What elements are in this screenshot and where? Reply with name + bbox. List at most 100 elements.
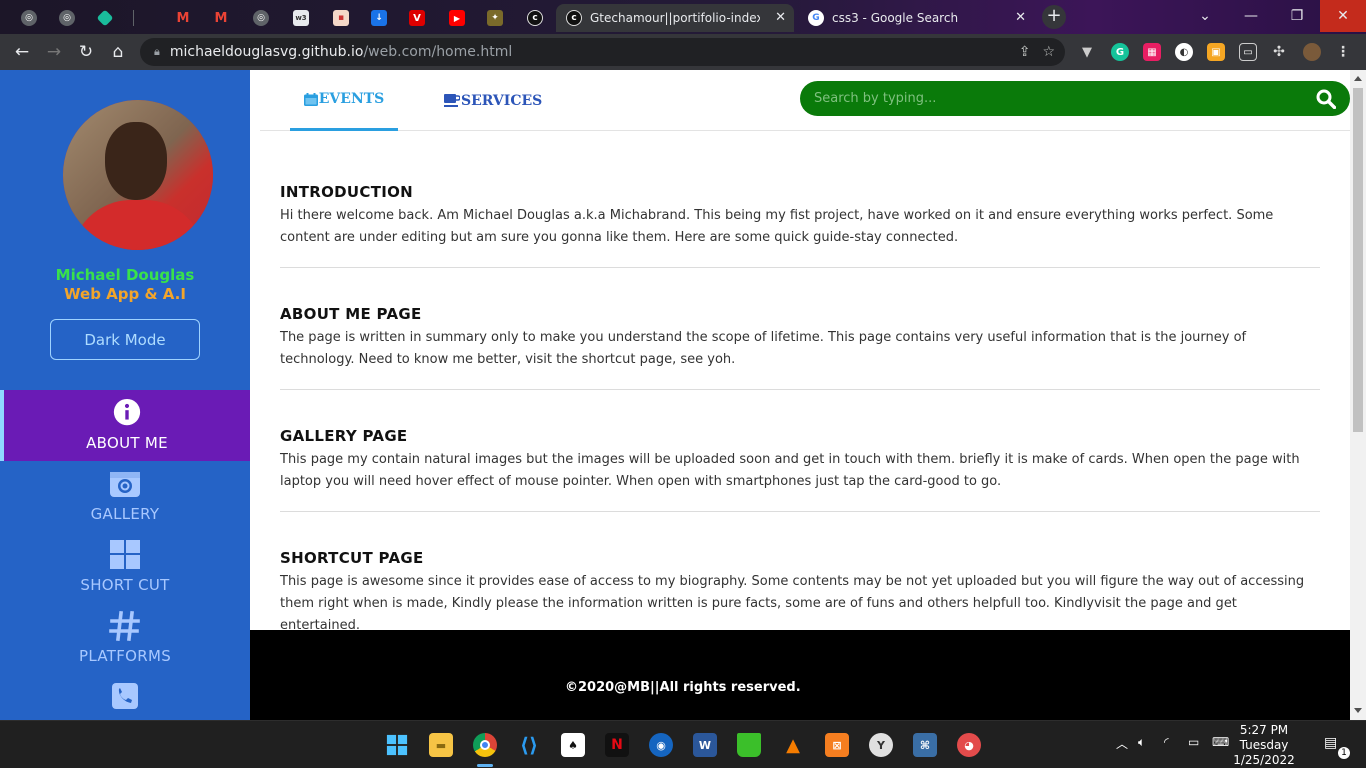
share-icon[interactable]: ⇪ <box>1019 44 1031 60</box>
pinned-tab[interactable]: ↓ <box>366 4 392 32</box>
xampp-icon[interactable]: ⊠ <box>825 733 849 757</box>
section-body: This page my contain natural images but … <box>280 452 1300 489</box>
tab-portfolio[interactable]: c Gtechamour||portifolio-index-pa ✕ <box>556 4 794 32</box>
scroll-down-arrow-icon[interactable] <box>1354 708 1362 713</box>
netflix-icon[interactable]: N <box>605 733 629 757</box>
page-viewport: Michael Douglas Web App & A.I Dark Mode … <box>0 70 1366 720</box>
wifi-icon[interactable]: ◜ <box>1164 735 1169 749</box>
pinned-tab[interactable]: M <box>170 4 196 32</box>
profile-avatar-icon[interactable] <box>1303 43 1321 61</box>
section-title: GALLERY PAGE <box>280 427 408 445</box>
volume-icon[interactable]: 🔈︎ <box>1138 735 1145 750</box>
extension-icon[interactable]: ◐ <box>1175 43 1193 61</box>
lock-icon: 🔒︎ <box>154 45 160 58</box>
tab-events[interactable]: EVENTS <box>290 70 398 131</box>
clock-day: Tuesday <box>1239 738 1289 752</box>
sidebar-item-short-cut[interactable]: SHORT CUT <box>0 532 250 603</box>
colorpick-icon[interactable]: ▦ <box>1143 43 1161 61</box>
kebab-menu-icon[interactable]: ⋮ <box>1334 43 1352 61</box>
section-title: SHORTCUT PAGE <box>280 549 424 567</box>
solitaire-icon[interactable]: ♠ <box>561 733 585 757</box>
address-bar[interactable]: 🔒︎ michaeldouglasvg.github.io/web.com/ho… <box>140 38 1065 66</box>
pinned-tab[interactable]: ◎ <box>248 4 274 32</box>
tab-label: SERVICES <box>461 92 543 109</box>
globe-icon: ◎ <box>253 10 269 26</box>
tab-services[interactable]: SERVICES <box>444 70 542 131</box>
section-shortcut: SHORTCUT PAGE This page is awesome since… <box>280 549 1320 637</box>
page-scrollbar[interactable] <box>1350 70 1366 720</box>
back-arrow-icon[interactable]: ← <box>10 40 34 64</box>
pinned-tab[interactable]: ◎ <box>16 4 42 32</box>
screen-capture-icon[interactable]: ▭ <box>1239 43 1257 61</box>
info-icon <box>113 398 141 426</box>
restore-button[interactable]: ❐ <box>1274 0 1320 32</box>
close-window-button[interactable]: ✕ <box>1320 0 1366 32</box>
show-hidden-icons-chevron-icon[interactable]: ︿ <box>1116 735 1128 752</box>
pinned-tab[interactable]: V <box>404 4 430 32</box>
pinned-tab[interactable]: w3 <box>288 4 314 32</box>
clock-time: 5:27 PM <box>1239 723 1289 737</box>
search-icon[interactable] <box>1316 89 1336 109</box>
sidebar-item-contact[interactable] <box>0 674 250 720</box>
pinned-tab[interactable]: c <box>522 4 548 32</box>
tab-search-chevron-icon[interactable]: ⌄ <box>1182 0 1228 32</box>
sidebar-item-platforms[interactable]: PLATFORMS <box>0 603 250 674</box>
close-tab-icon[interactable]: ✕ <box>775 10 786 25</box>
section-body: The page is written in summary only to m… <box>280 330 1247 367</box>
grammarly-icon[interactable]: G <box>1111 43 1129 61</box>
cylinder-app-icon[interactable] <box>737 733 761 757</box>
scroll-up-arrow-icon[interactable] <box>1354 76 1362 81</box>
new-tab-button[interactable]: + <box>1042 5 1066 29</box>
browser-globe-icon[interactable]: ◉ <box>649 733 673 757</box>
tab-google-search[interactable]: G css3 - Google Search ✕ <box>798 4 1034 32</box>
bookmark-star-icon[interactable]: ☆ <box>1042 44 1055 60</box>
word-icon[interactable]: W <box>693 733 717 757</box>
windows-start-icon[interactable] <box>385 733 409 757</box>
puzzle-icon[interactable]: ✣ <box>1270 43 1288 61</box>
section-title: ABOUT ME PAGE <box>280 305 422 323</box>
profile-name: Michael Douglas <box>55 266 195 284</box>
phone-icon <box>112 683 138 709</box>
browser-tab-strip: ◎ ◎ M M ◎ w3 ▪ ↓ V ▶ ✦ c c Gtechamour||p… <box>0 0 1366 34</box>
extension-icon[interactable]: ▣ <box>1207 43 1225 61</box>
tab-title: css3 - Google Search <box>832 11 959 25</box>
sidebar-item-label: GALLERY <box>90 505 160 523</box>
google-icon: G <box>808 10 824 26</box>
keyboard-icon[interactable]: ⌨ <box>1212 735 1229 749</box>
vscode-icon[interactable]: ⟨⟩ <box>517 733 541 757</box>
gauge-app-icon[interactable]: Y <box>869 733 893 757</box>
minimize-button[interactable]: — <box>1228 0 1274 32</box>
reload-icon[interactable]: ↻ <box>74 40 98 64</box>
system-clock[interactable]: 5:27 PM Tuesday 1/25/2022 <box>1232 723 1296 768</box>
scrollbar-thumb[interactable] <box>1353 88 1363 432</box>
pinned-tab[interactable]: ▶ <box>444 4 470 32</box>
pinned-tab[interactable]: ▪ <box>328 4 354 32</box>
pinned-tab[interactable]: ✦ <box>482 4 508 32</box>
main-content: EVENTS SERVICES INTRODUCTION Hi there we… <box>250 70 1350 633</box>
grid-icon <box>110 540 140 569</box>
profile-role: Web App & A.I <box>64 285 186 303</box>
pinned-tab[interactable] <box>92 4 118 32</box>
diamond-icon <box>96 9 114 27</box>
file-explorer-icon[interactable]: ▬ <box>429 733 453 757</box>
pinned-tab[interactable]: ◎ <box>54 4 80 32</box>
vuejs-devtools-icon[interactable]: ▼ <box>1078 43 1096 61</box>
sidebar-item-gallery[interactable]: GALLERY <box>0 461 250 532</box>
close-tab-icon[interactable]: ✕ <box>1015 10 1026 25</box>
notification-icon[interactable]: ▤ <box>1324 735 1337 751</box>
dark-mode-button[interactable]: Dark Mode <box>50 319 200 360</box>
battery-icon[interactable]: ▭ <box>1188 735 1199 749</box>
home-icon[interactable]: ⌂ <box>106 40 130 64</box>
chrome-icon[interactable] <box>473 733 497 757</box>
pinned-tab[interactable]: M <box>208 4 234 32</box>
section-divider <box>280 389 1320 390</box>
section-body: This page is awesome since it provides e… <box>280 574 1305 633</box>
mysql-workbench-icon[interactable]: ⌘ <box>913 733 937 757</box>
forward-arrow-icon[interactable]: → <box>42 40 66 64</box>
vlc-icon[interactable]: ▲ <box>781 733 805 757</box>
w3schools-icon: w3 <box>293 10 309 26</box>
search-input[interactable] <box>814 91 1294 106</box>
mascot-app-icon[interactable]: ◕ <box>957 733 981 757</box>
sidebar-item-about-me[interactable]: ABOUT ME <box>0 390 250 461</box>
top-navigation: EVENTS SERVICES <box>260 70 1350 131</box>
